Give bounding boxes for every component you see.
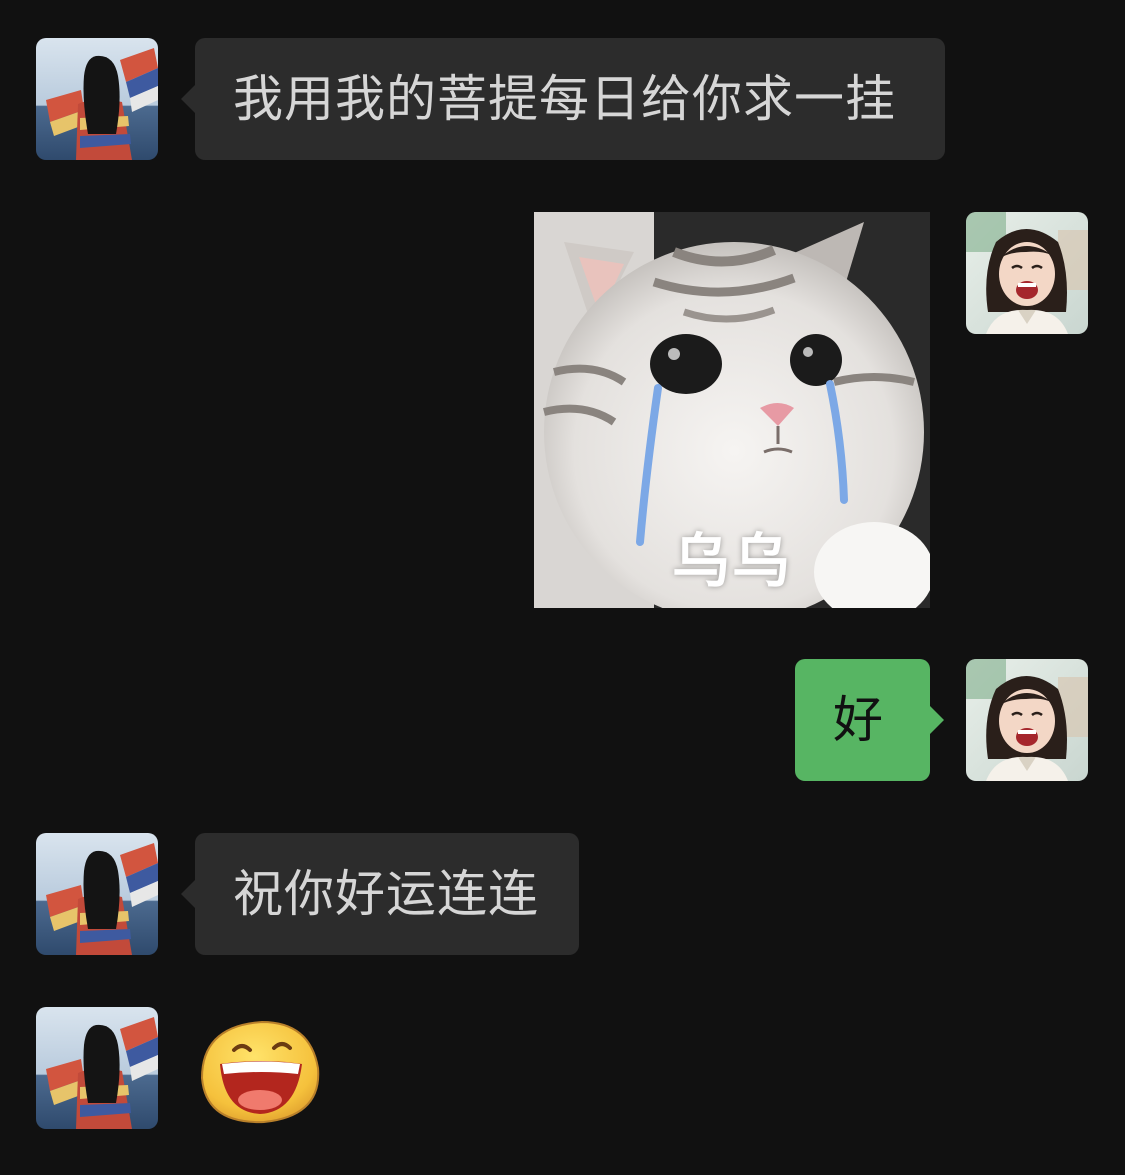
laughing-girl-avatar-icon xyxy=(966,212,1088,334)
contact-avatar[interactable] xyxy=(36,833,158,955)
sticker-caption: 乌乌 xyxy=(671,527,792,595)
my-avatar[interactable] xyxy=(966,212,1088,334)
laughing-face-icon xyxy=(200,1020,320,1124)
woman-back-view-avatar-icon xyxy=(36,1007,158,1129)
laughing-face-emoji[interactable] xyxy=(198,1016,326,1128)
message-text: 好 xyxy=(833,691,884,749)
contact-avatar[interactable] xyxy=(36,1007,158,1129)
woman-back-view-avatar-icon xyxy=(36,38,158,160)
laughing-girl-avatar-icon xyxy=(966,659,1088,781)
woman-back-view-avatar-icon xyxy=(36,833,158,955)
contact-avatar[interactable] xyxy=(36,38,158,160)
message-text: 我用我的菩提每日给你求一挂 xyxy=(233,70,896,128)
outgoing-message-bubble[interactable]: 好 xyxy=(795,659,944,781)
crying-cat-sticker[interactable]: 乌乌 xyxy=(534,212,930,608)
incoming-message-bubble[interactable]: 我用我的菩提每日给你求一挂 xyxy=(181,38,945,160)
incoming-message-bubble[interactable]: 祝你好运连连 xyxy=(181,833,579,955)
my-avatar[interactable] xyxy=(966,659,1088,781)
message-text: 祝你好运连连 xyxy=(233,865,539,923)
